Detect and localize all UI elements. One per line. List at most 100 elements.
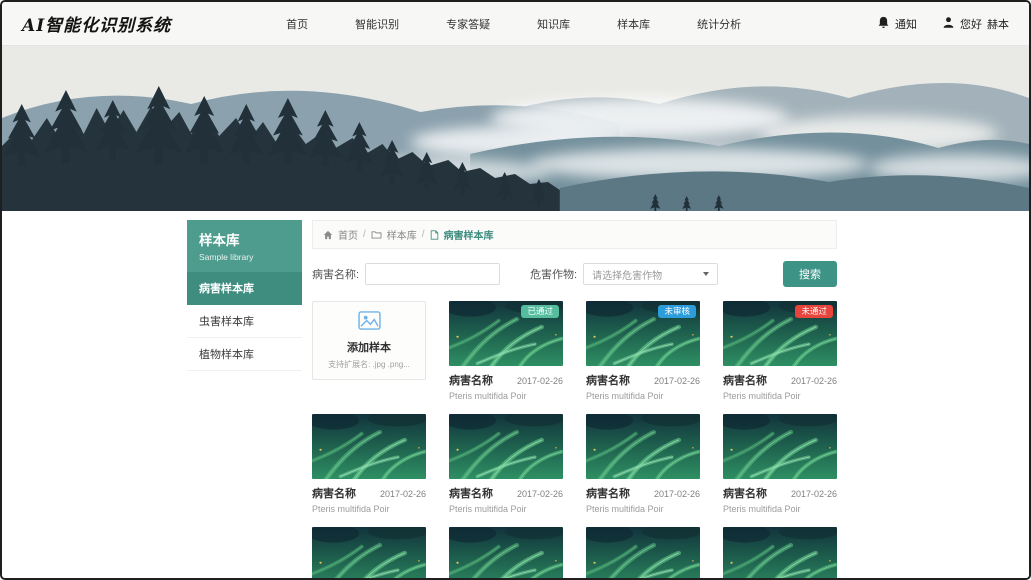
sample-meta: 病害名称2017-02-26 — [449, 372, 563, 388]
sample-latin-name: Pteris multifida Poir — [449, 391, 563, 401]
app-logo[interactable]: AI智能化识别系统 — [22, 11, 171, 36]
crop-select-placeholder: 请选择危害作物 — [592, 267, 662, 282]
sample-date: 2017-02-26 — [654, 489, 700, 499]
search-button[interactable]: 搜索 — [783, 261, 837, 287]
sample-date: 2017-02-26 — [791, 376, 837, 386]
sidebar-subtitle: Sample library — [199, 252, 290, 262]
sample-name: 病害名称 — [449, 372, 493, 388]
image-upload-icon — [358, 311, 381, 335]
sample-image — [312, 414, 426, 479]
fern-photo — [586, 527, 700, 580]
notifications-button[interactable]: 通知 — [877, 16, 917, 32]
sample-meta: 病害名称 2017-02-26 — [723, 372, 837, 388]
sample-latin-name: Pteris multifida Poir — [586, 504, 700, 514]
sample-meta: 病害名称 2017-02-26 — [449, 485, 563, 501]
nav-item-expert-qa[interactable]: 专家答疑 — [446, 16, 490, 32]
add-sample-card[interactable]: 添加样本 支持扩展名: .jpg .png... — [312, 301, 426, 380]
user-name: 赫本 — [987, 16, 1009, 32]
disease-name-label: 病害名称: — [312, 266, 359, 282]
sample-meta: 病害名称 2017-02-26 — [586, 372, 700, 388]
sample-card[interactable]: 病害名称2017-02-26Pteris multifida Poir — [723, 527, 837, 580]
breadcrumb-home[interactable]: 首页 — [338, 227, 358, 242]
sample-date: 2017-02-26 — [380, 489, 426, 499]
sidebar-item-plant-samples[interactable]: 植物样本库 — [187, 338, 302, 371]
sidebar-item-disease-samples[interactable]: 病害样本库 — [187, 272, 302, 305]
sidebar: 样本库 Sample library 病害样本库 虫害样本库 植物样本库 — [187, 220, 302, 371]
sample-meta: 病害名称 2017-02-26 — [586, 485, 700, 501]
nav-item-knowledge-base[interactable]: 知识库 — [537, 16, 570, 32]
nav-item-sample-library[interactable]: 样本库 — [617, 16, 650, 32]
breadcrumb-current: 病害样本库 — [444, 227, 494, 242]
top-navbar: AI智能化识别系统 首页 智能识别 专家答疑 知识库 样本库 统计分析 通知 您… — [2, 2, 1029, 46]
sample-latin-name: Pteris multifida Poir — [586, 391, 700, 401]
chevron-down-icon — [703, 272, 709, 276]
sample-date: 2017-02-26 — [654, 376, 700, 386]
user-menu[interactable]: 您好 赫本 — [942, 16, 1009, 32]
fern-photo — [449, 414, 563, 479]
sample-card[interactable]: 已通过病害名称2017-02-26 Pteris multifida Poir — [449, 301, 563, 401]
disease-name-input[interactable] — [365, 263, 500, 285]
sample-latin-name: Pteris multifida Poir — [449, 504, 563, 514]
user-greeting: 您好 — [960, 16, 982, 32]
page-content: 样本库 Sample library 病害样本库 虫害样本库 植物样本库 首页 … — [2, 211, 1029, 580]
sample-card[interactable]: 病害名称2017-02-26 Pteris multifida Poir — [723, 414, 837, 514]
sample-card[interactable]: 病害名称2017-02-26Pteris multifida Poir — [586, 527, 700, 580]
fern-photo — [312, 414, 426, 479]
fern-photo — [312, 527, 426, 580]
sample-image: 未审核 — [586, 301, 700, 366]
hero-image — [2, 46, 1029, 211]
sample-name: 病害名称 — [449, 485, 493, 501]
breadcrumb-separator: / — [422, 229, 425, 240]
main-panel: 首页 / 样本库 / 病害样本库 病害名称: 危害作物: 请选择危害作物 — [312, 220, 837, 580]
filter-bar: 病害名称: 危害作物: 请选择危害作物 搜索 — [312, 261, 837, 287]
fern-photo — [449, 527, 563, 580]
sample-card[interactable]: 病害名称 2017-02-26 Pteris multifida Poir — [449, 414, 563, 514]
sample-name: 病害名称 — [723, 485, 767, 501]
breadcrumb: 首页 / 样本库 / 病害样本库 — [312, 220, 837, 249]
sample-card[interactable]: 病害名称2017-02-26Pteris multifida Poir — [312, 527, 426, 580]
sample-latin-name: Pteris multifida Poir — [723, 391, 837, 401]
status-badge: 未通过 — [795, 305, 833, 318]
crop-label: 危害作物: — [530, 266, 577, 282]
bell-icon — [877, 16, 890, 32]
fern-photo — [723, 414, 837, 479]
sample-image — [723, 414, 837, 479]
fern-photo — [586, 414, 700, 479]
status-badge: 未审核 — [658, 305, 696, 318]
sample-card[interactable]: 病害名称 2017-02-26 Pteris multifida Poir — [586, 414, 700, 514]
sample-image: 已通过 — [449, 301, 563, 366]
sample-latin-name: Pteris multifida Poir — [723, 504, 837, 514]
sample-card[interactable]: 未通过病害名称 2017-02-26 Pteris multifida Poir — [723, 301, 837, 401]
sample-meta: 病害名称2017-02-26 — [723, 485, 837, 501]
breadcrumb-separator: / — [363, 229, 366, 240]
sample-name: 病害名称 — [586, 485, 630, 501]
fern-photo — [723, 527, 837, 580]
breadcrumb-sample-library[interactable]: 样本库 — [387, 227, 417, 242]
status-badge: 已通过 — [521, 305, 559, 318]
add-sample-label: 添加样本 — [347, 339, 391, 355]
sample-card[interactable]: 病害名称2017-02-26Pteris multifida Poir — [449, 527, 563, 580]
sample-card[interactable]: 病害名称2017-02-26Pteris multifida Poir — [312, 414, 426, 514]
sidebar-header: 样本库 Sample library — [187, 220, 302, 272]
nav-item-home[interactable]: 首页 — [286, 16, 308, 32]
sidebar-title: 样本库 — [199, 229, 290, 249]
sample-image — [723, 527, 837, 580]
sample-name: 病害名称 — [723, 372, 767, 388]
sample-image — [449, 527, 563, 580]
sample-card[interactable]: 未审核病害名称 2017-02-26 Pteris multifida Poir — [586, 301, 700, 401]
add-sample-hint: 支持扩展名: .jpg .png... — [328, 359, 410, 370]
home-icon — [323, 230, 333, 240]
main-nav: 首页 智能识别 专家答疑 知识库 样本库 统计分析 — [286, 16, 741, 32]
nav-item-statistics[interactable]: 统计分析 — [697, 16, 741, 32]
sample-grid: 添加样本 支持扩展名: .jpg .png... — [312, 301, 837, 580]
app-window: AI智能化识别系统 首页 智能识别 专家答疑 知识库 样本库 统计分析 通知 您… — [0, 0, 1031, 580]
sample-image — [586, 414, 700, 479]
crop-select[interactable]: 请选择危害作物 — [583, 263, 718, 285]
header-right: 通知 您好 赫本 — [877, 16, 1009, 32]
sample-date: 2017-02-26 — [517, 489, 563, 499]
nav-item-recognition[interactable]: 智能识别 — [355, 16, 399, 32]
hero-banner — [2, 46, 1029, 211]
sample-name: 病害名称 — [586, 372, 630, 388]
file-icon — [430, 230, 439, 240]
sidebar-item-pest-samples[interactable]: 虫害样本库 — [187, 305, 302, 338]
